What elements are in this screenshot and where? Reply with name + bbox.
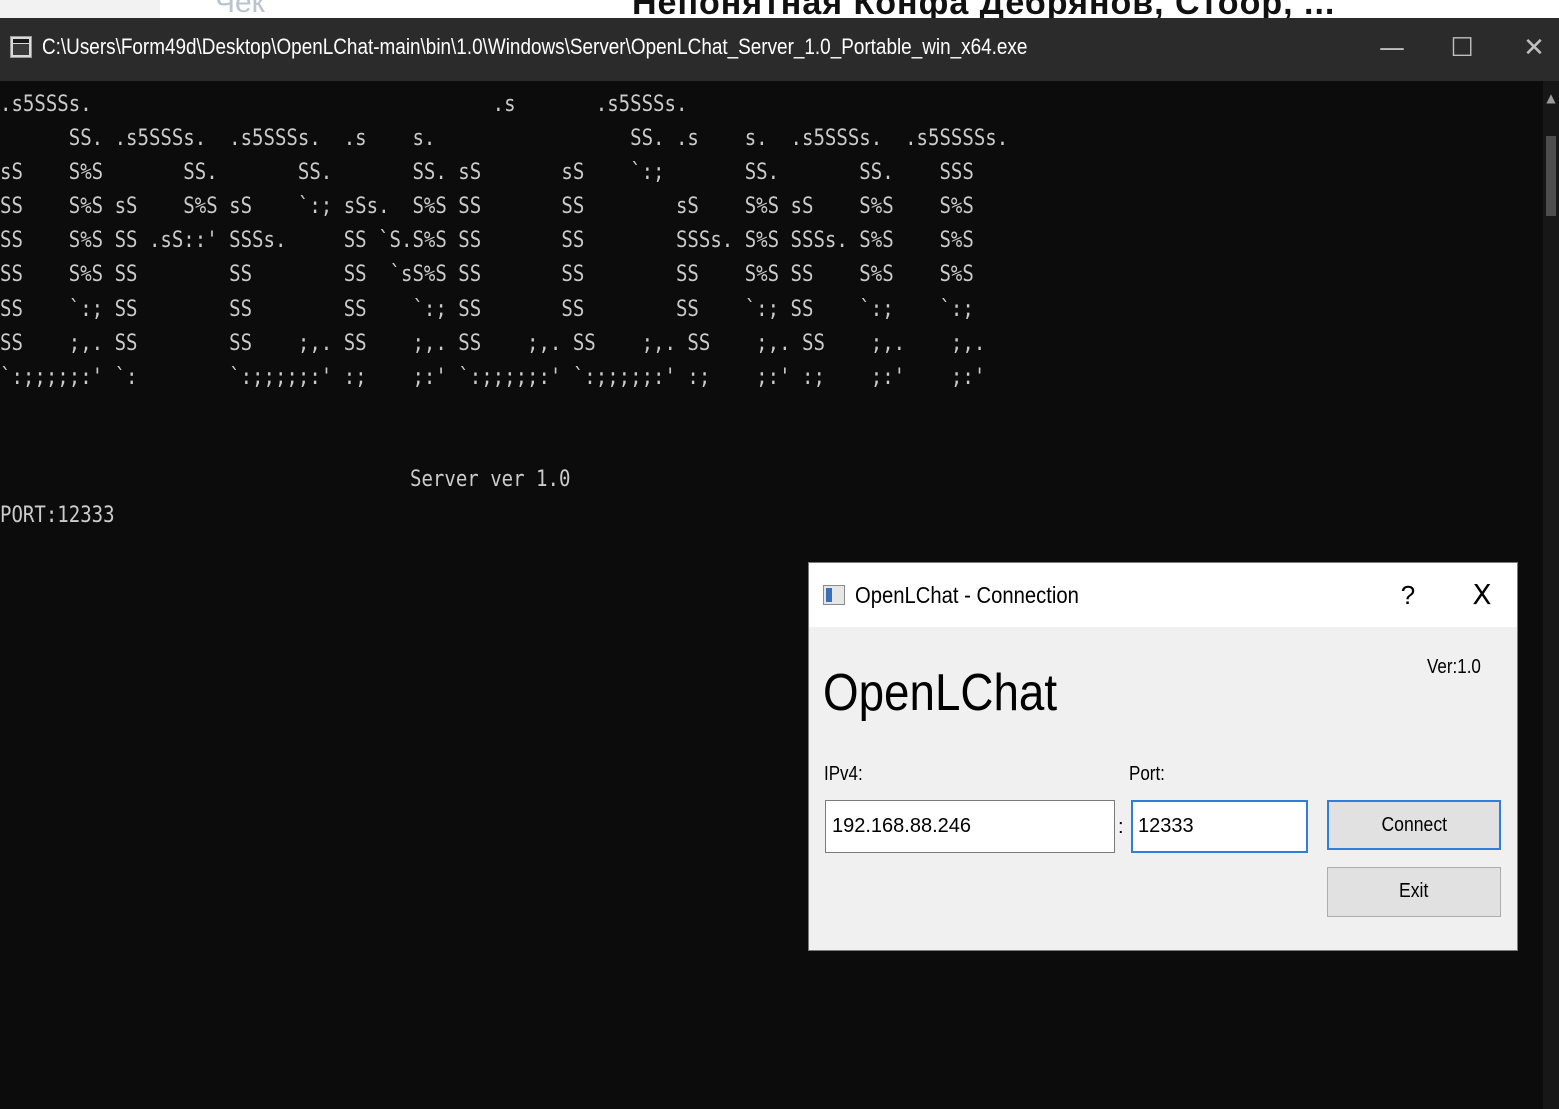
- connect-button[interactable]: Connect: [1327, 800, 1501, 850]
- scrollbar-thumb[interactable]: [1546, 136, 1556, 216]
- port-output-text: PORT:12333: [0, 503, 115, 528]
- brand-title: OpenLChat: [823, 664, 1058, 722]
- minimize-button[interactable]: —: [1362, 18, 1422, 81]
- ipv4-label: IPv4:: [824, 763, 863, 785]
- console-titlebar[interactable]: C:\Users\Form49d\Desktop\OpenLChat-main\…: [0, 18, 1559, 81]
- scroll-up-arrow-icon[interactable]: ▲: [1544, 91, 1558, 105]
- exit-button[interactable]: Exit: [1327, 867, 1501, 917]
- exit-button-label: Exit: [1399, 880, 1429, 902]
- dialog-app-icon: [823, 585, 845, 605]
- port-input[interactable]: [1131, 800, 1308, 853]
- ipv4-input[interactable]: [825, 800, 1115, 853]
- console-scrollbar[interactable]: ▲: [1543, 81, 1559, 1109]
- dialog-title: OpenLChat - Connection: [855, 582, 1079, 608]
- close-button[interactable]: ✕: [1504, 18, 1559, 81]
- background-panel: [0, 0, 160, 18]
- console-title: C:\Users\Form49d\Desktop\OpenLChat-main\…: [42, 34, 1028, 59]
- server-version-text: Server ver 1.0: [410, 467, 571, 492]
- help-button[interactable]: ?: [1393, 577, 1423, 613]
- background-left-text: Чек: [215, 0, 265, 18]
- port-label: Port:: [1129, 763, 1165, 785]
- maximize-button[interactable]: ☐: [1432, 18, 1492, 81]
- ascii-banner: .s5SSSs. .s .s5SSSs. SS. .s5SSSs. .s5SSS…: [0, 92, 1009, 390]
- console-app-icon[interactable]: [10, 36, 32, 58]
- version-label: Ver:1.0: [1427, 656, 1481, 678]
- connection-dialog: OpenLChat - Connection ? X OpenLChat Ver…: [808, 562, 1518, 951]
- dialog-close-button[interactable]: X: [1465, 577, 1499, 613]
- address-separator: :: [1118, 816, 1124, 838]
- background-window-title: Непонятная Конфа Дебрянов, Стоор, ...: [632, 0, 1335, 18]
- dialog-titlebar[interactable]: OpenLChat - Connection ? X: [809, 563, 1517, 627]
- background-window-edge: Чек Непонятная Конфа Дебрянов, Стоор, ..…: [0, 0, 1559, 18]
- connect-button-label: Connect: [1381, 814, 1447, 836]
